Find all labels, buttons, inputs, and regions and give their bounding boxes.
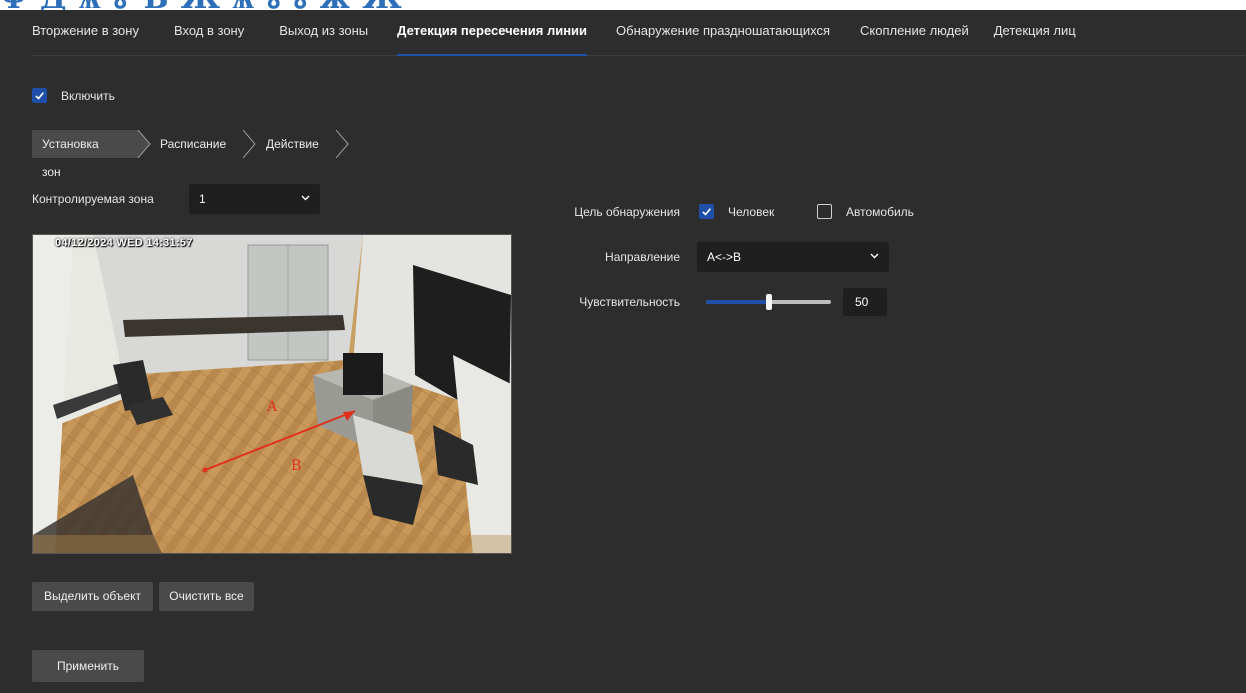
direction-label: Направление [605,250,680,264]
step-schedule[interactable]: Расписание [160,130,226,158]
sensitivity-input[interactable]: 50 [843,288,887,316]
direction-select-value: A<->B [707,250,742,264]
enable-label: Включить [61,88,115,103]
camera-preview[interactable]: 04/12/2024 WED 14:31:57 A B [32,234,512,554]
chevron-down-icon [301,195,310,201]
zone-select-value: 1 [199,192,206,206]
line-start-handle[interactable] [202,467,208,473]
tab-zone-exit[interactable]: Выход из зоны [279,10,368,56]
tab-zone-entry[interactable]: Вход в зону [174,10,244,56]
check-icon [35,92,44,100]
tab-loitering[interactable]: Обнаружение праздношатающихся [616,10,830,56]
select-object-button[interactable]: Выделить объект [32,582,153,611]
enable-checkbox[interactable] [32,88,47,103]
cropped-heading: Ψ Д Ѧ ꙋ Ъ Ѫ Ѧ ꙋ ꙋ ѫ Ѫ [0,0,403,10]
direction-select[interactable]: A<->B [697,242,889,272]
tab-crowd[interactable]: Скопление людей [860,10,969,56]
vehicle-option[interactable]: Автомобиль [817,204,914,219]
enable-row: Включить [32,88,115,103]
analytics-tabs: Вторжение в зону Вход в зону Выход из зо… [32,10,1246,56]
tab-zone-intrusion[interactable]: Вторжение в зону [32,10,139,56]
person-option[interactable]: Человек [699,204,774,219]
check-icon [702,208,711,216]
person-label: Человек [728,204,775,219]
sensitivity-slider-fill [706,300,769,304]
step-zone-setup[interactable]: Установка зон [42,130,99,179]
step-action[interactable]: Действие [266,130,319,158]
zone-label: Контролируемая зона [32,192,154,206]
vehicle-checkbox[interactable] [817,204,832,219]
top-strip: Ψ Д Ѧ ꙋ Ъ Ѫ Ѧ ꙋ ꙋ ѫ Ѫ [0,0,1246,10]
sensitivity-label: Чувствительность [579,295,680,309]
target-label: Цель обнаружения [574,205,680,219]
camera-scene [33,235,511,553]
chevron-down-icon [870,253,879,259]
person-checkbox[interactable] [699,204,714,219]
point-a-label: A [267,399,278,415]
clear-all-button[interactable]: Очистить все [159,582,254,611]
tab-line-crossing[interactable]: Детекция пересечения линии [397,10,587,56]
vehicle-label: Автомобиль [846,204,914,219]
apply-button[interactable]: Применить [32,650,144,682]
timestamp-overlay: 04/12/2024 WED 14:31:57 [55,237,193,249]
sensitivity-slider-thumb[interactable] [765,294,772,310]
zone-select[interactable]: 1 [189,184,320,214]
sensitivity-slider[interactable] [706,294,831,310]
point-b-label: B [291,458,302,474]
settings-panel: Вторжение в зону Вход в зону Выход из зо… [0,10,1246,693]
tab-face-detection[interactable]: Детекция лиц [994,10,1076,56]
